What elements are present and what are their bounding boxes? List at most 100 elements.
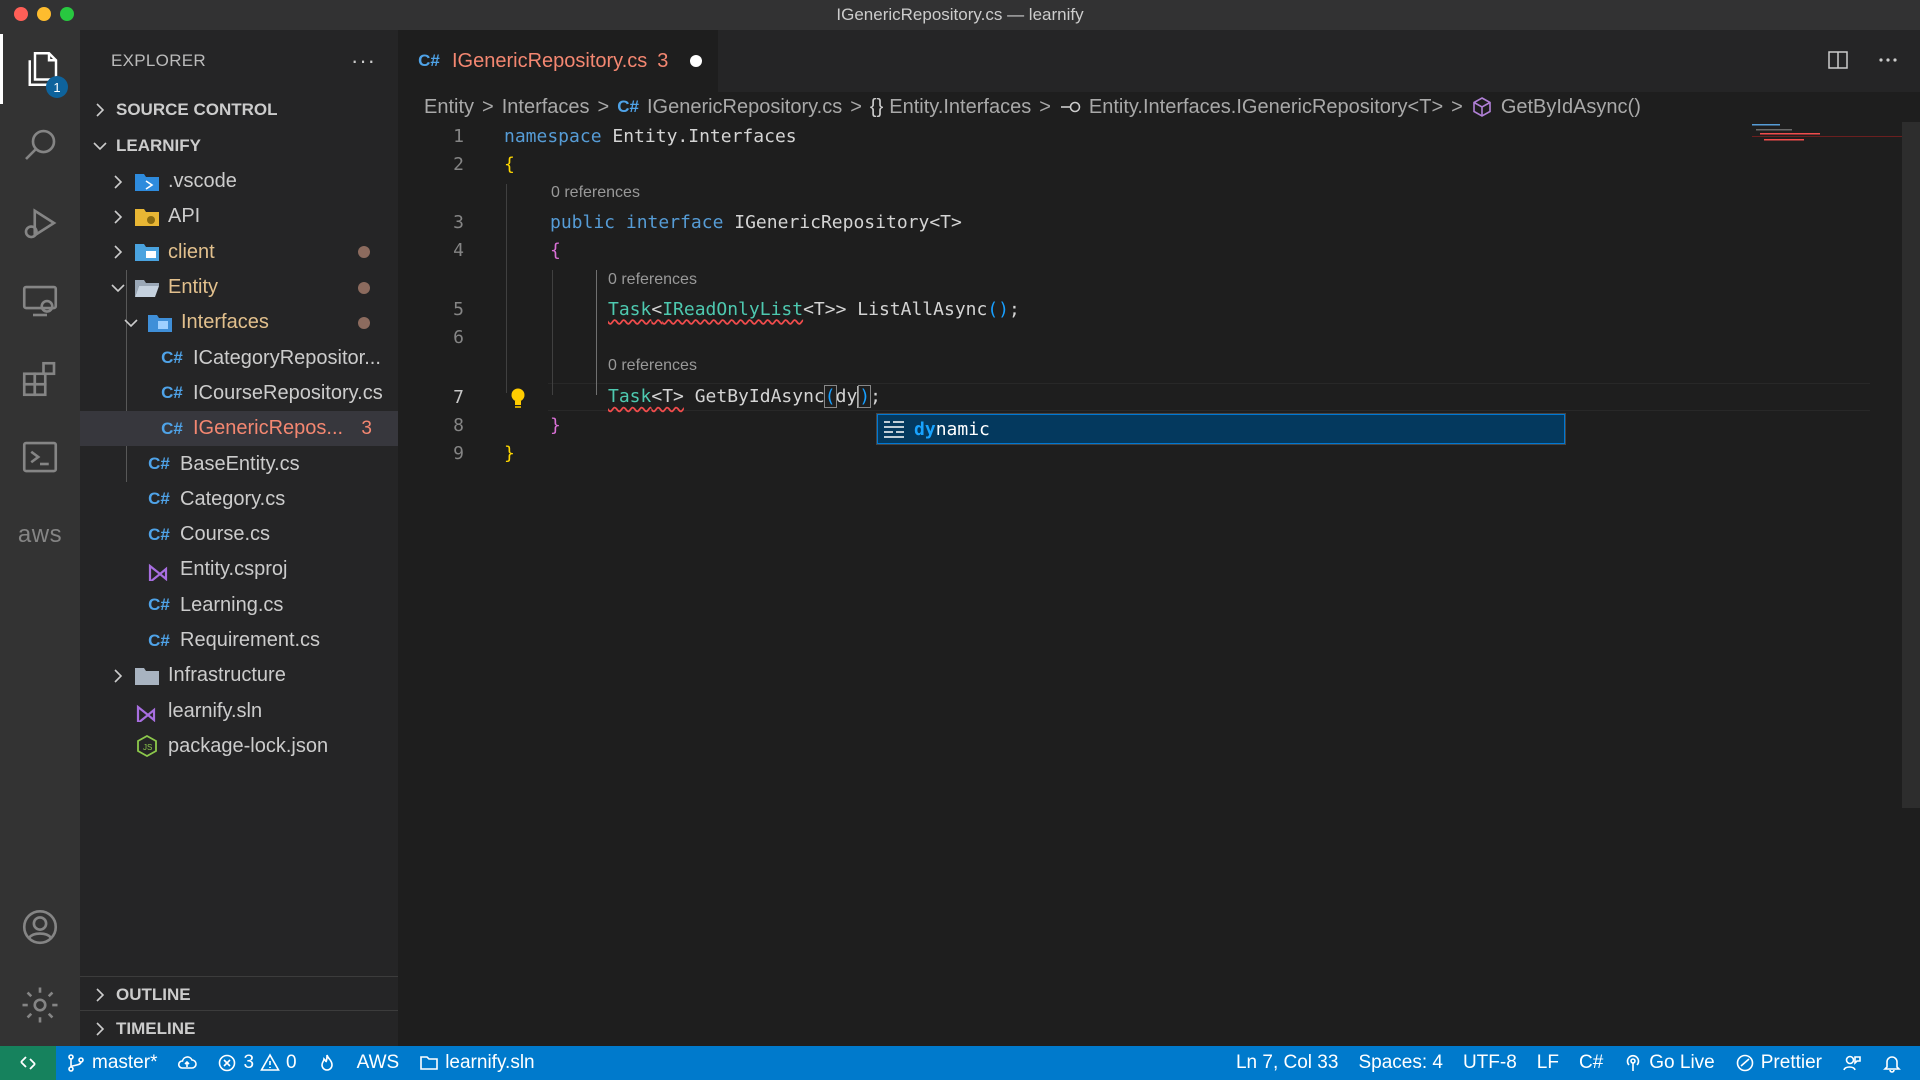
tree-item-label: IGenericRepos... [193,417,344,440]
encoding-label: UTF-8 [1462,1052,1517,1073]
notifications-button[interactable] [1872,1046,1920,1080]
explorer-sidebar: EXPLORER ··· SOURCE CONTROL LEARNIFY .vs… [80,30,398,1046]
solution-indicator[interactable]: learnify.sln [409,1046,544,1080]
terminal-activity[interactable] [0,422,80,492]
tree-item-label: ICourseRepository.cs [193,381,383,404]
cursor-position[interactable]: Ln 7, Col 33 [1226,1046,1348,1080]
tree-item-infrastructure[interactable]: Infrastructure [80,658,398,693]
code-lens-references[interactable]: 0 references [608,271,697,289]
maximize-window-button[interactable] [60,7,74,21]
encoding[interactable]: UTF-8 [1453,1046,1527,1080]
tree-item-igenericrepository[interactable]: C# IGenericRepos... 3 [80,411,398,447]
breadcrumb-item[interactable]: Entity.Interfaces [889,96,1031,119]
outline-label: OUTLINE [116,985,191,1004]
breadcrumb-item[interactable]: GetByIdAsync() [1501,96,1641,119]
source-control-section[interactable]: SOURCE CONTROL [80,92,398,128]
tree-item-learning[interactable]: C# Learning.cs [80,588,398,623]
tree-item-interfaces[interactable]: Interfaces [80,305,398,340]
code-token: <T> [651,386,684,407]
run-debug-activity[interactable] [0,188,80,258]
tree-item-client[interactable]: client [80,235,398,270]
sync-button[interactable] [167,1046,207,1080]
line-number: 8 [453,414,464,436]
csharp-file-icon: C# [161,418,183,438]
tree-item-api[interactable]: API [80,199,398,234]
suggestion-rest: namic [935,418,990,440]
chevron-right-icon [108,207,128,227]
line-code: public interface IGenericRepository<T> [550,212,962,233]
code-lens-references[interactable]: 0 references [551,184,640,202]
line-number: 1 [453,125,464,147]
line-code: } [550,414,561,436]
close-window-button[interactable] [14,7,28,21]
explorer-activity[interactable]: 1 [0,34,80,104]
aws-activity[interactable]: aws [0,500,80,570]
tree-item-baseentity[interactable]: C# BaseEntity.cs [80,446,398,481]
code-lens-references[interactable]: 0 references [608,357,697,375]
solution-name: learnify.sln [445,1052,535,1073]
tree-item-icategoryrepository[interactable]: C# ICategoryRepositor... [80,340,398,375]
editor-scrollbar[interactable] [1902,122,1920,808]
go-live-button[interactable]: Go Live [1613,1046,1724,1080]
window-title: IGenericRepository.cs — learnify [836,5,1084,24]
remote-indicator[interactable] [0,1046,56,1080]
broadcast-icon [1626,1054,1640,1071]
code-token: namespace [504,125,602,147]
prettier-button[interactable]: Prettier [1725,1046,1832,1080]
feedback-button[interactable] [1832,1046,1872,1080]
indentation[interactable]: Spaces: 4 [1348,1046,1453,1080]
tab-igenericrepository[interactable]: C# IGenericRepository.cs 3 [398,30,718,92]
tree-item-requirement[interactable]: C# Requirement.cs [80,623,398,658]
manage-activity[interactable] [0,970,80,1040]
end-of-line[interactable]: LF [1527,1046,1569,1080]
language-mode[interactable]: C# [1569,1046,1613,1080]
cursor-position-label: Ln 7, Col 33 [1235,1052,1339,1073]
aws-toolkit-indicator[interactable] [307,1046,347,1080]
interfaces-folder-icon [147,312,173,334]
minimap[interactable] [1752,122,1902,182]
extensions-activity[interactable] [0,344,80,414]
git-branch[interactable]: master* [56,1046,167,1080]
feedback-icon [1843,1055,1861,1071]
editor-tab-bar: C# IGenericRepository.cs 3 [398,30,1920,92]
lightbulb-icon[interactable] [508,387,528,409]
accounts-activity[interactable] [0,892,80,962]
tree-item-learnify-sln[interactable]: learnify.sln [80,693,398,728]
tree-item-icourserepository[interactable]: C# ICourseRepository.cs [80,376,398,411]
workspace-section[interactable]: LEARNIFY [80,128,398,164]
aws-connection[interactable]: AWS [347,1046,410,1080]
tree-item-vscode[interactable]: .vscode [80,164,398,199]
explorer-more-actions[interactable]: ··· [351,48,376,74]
search-icon [25,129,56,160]
problems-indicator[interactable]: 3 0 [207,1046,306,1080]
breadcrumb-item[interactable]: IGenericRepository.cs [647,96,842,119]
remote-explorer-activity[interactable] [0,266,80,336]
chevron-down-icon [108,278,128,298]
outline-section[interactable]: OUTLINE [80,977,398,1013]
suggestion-item-dynamic[interactable]: dy namic [877,414,1565,444]
chevron-right-icon [90,985,110,1005]
search-activity[interactable] [0,110,80,180]
tree-item-package-lock[interactable]: JS package-lock.json [80,729,398,764]
prettier-label: Prettier [1760,1052,1822,1073]
interface-icon [1060,101,1081,113]
tree-item-label: client [168,240,215,263]
breadcrumb-item[interactable]: Entity.Interfaces.IGenericRepository<T> [1089,96,1443,119]
split-editor-icon[interactable] [1826,48,1850,72]
more-actions-icon[interactable] [1876,48,1900,72]
line-number: 4 [453,239,464,261]
breadcrumb-item[interactable]: Interfaces [502,96,590,119]
tree-item-category[interactable]: C# Category.cs [80,482,398,517]
code-editor[interactable]: 1 namespace Entity.Interfaces 2 { 0 refe… [398,122,1920,1046]
line-number: 7 [453,386,464,408]
tree-item-entity-csproj[interactable]: Entity.csproj [80,552,398,587]
chevron-right-icon [90,1019,110,1039]
tree-item-course[interactable]: C# Course.cs [80,517,398,552]
tree-item-entity[interactable]: Entity [80,270,398,305]
breadcrumb-separator: > [597,95,610,118]
timeline-label: TIMELINE [116,1019,196,1038]
timeline-section[interactable]: TIMELINE [80,1011,398,1047]
minimize-window-button[interactable] [37,7,51,21]
breadcrumb-item[interactable]: Entity [424,96,474,119]
unsaved-dot-icon[interactable] [690,55,703,67]
